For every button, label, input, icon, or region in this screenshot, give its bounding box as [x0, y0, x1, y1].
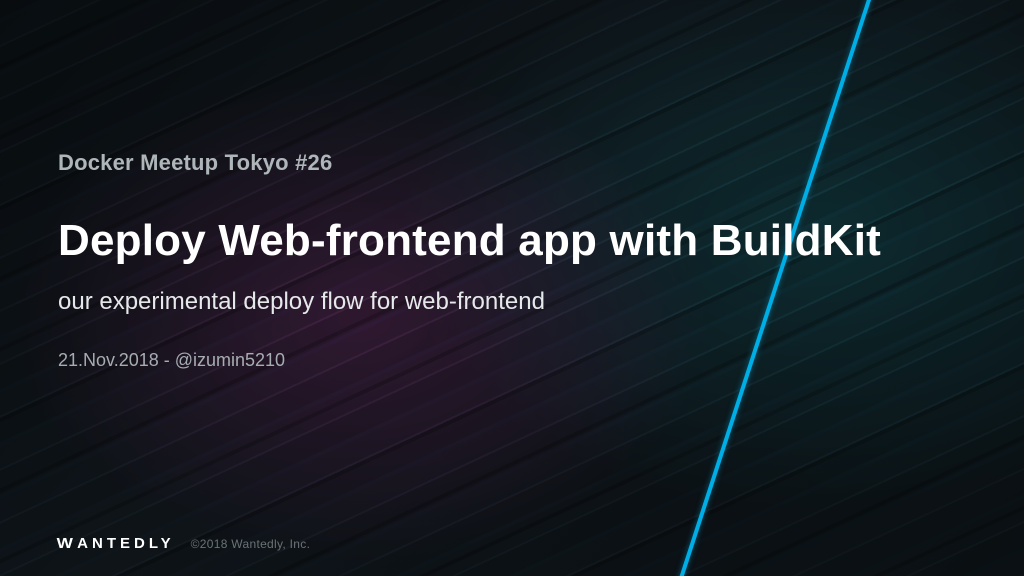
- copyright-text: ©2018 Wantedly, Inc.: [191, 537, 311, 551]
- event-name: Docker Meetup Tokyo #26: [58, 150, 944, 176]
- brand-text: ANTEDLY: [77, 535, 174, 552]
- wantedly-logo: WANTEDLY: [58, 535, 175, 552]
- talk-subtitle: our experimental deploy flow for web-fro…: [58, 288, 944, 316]
- slide-content: Docker Meetup Tokyo #26 Deploy Web-front…: [58, 150, 944, 371]
- date-and-author: 21.Nov.2018 - @izumin5210: [58, 350, 944, 371]
- title-slide: Docker Meetup Tokyo #26 Deploy Web-front…: [0, 0, 1024, 576]
- talk-title: Deploy Web-frontend app with BuildKit: [58, 216, 944, 266]
- footer: WANTEDLY ©2018 Wantedly, Inc.: [58, 535, 310, 552]
